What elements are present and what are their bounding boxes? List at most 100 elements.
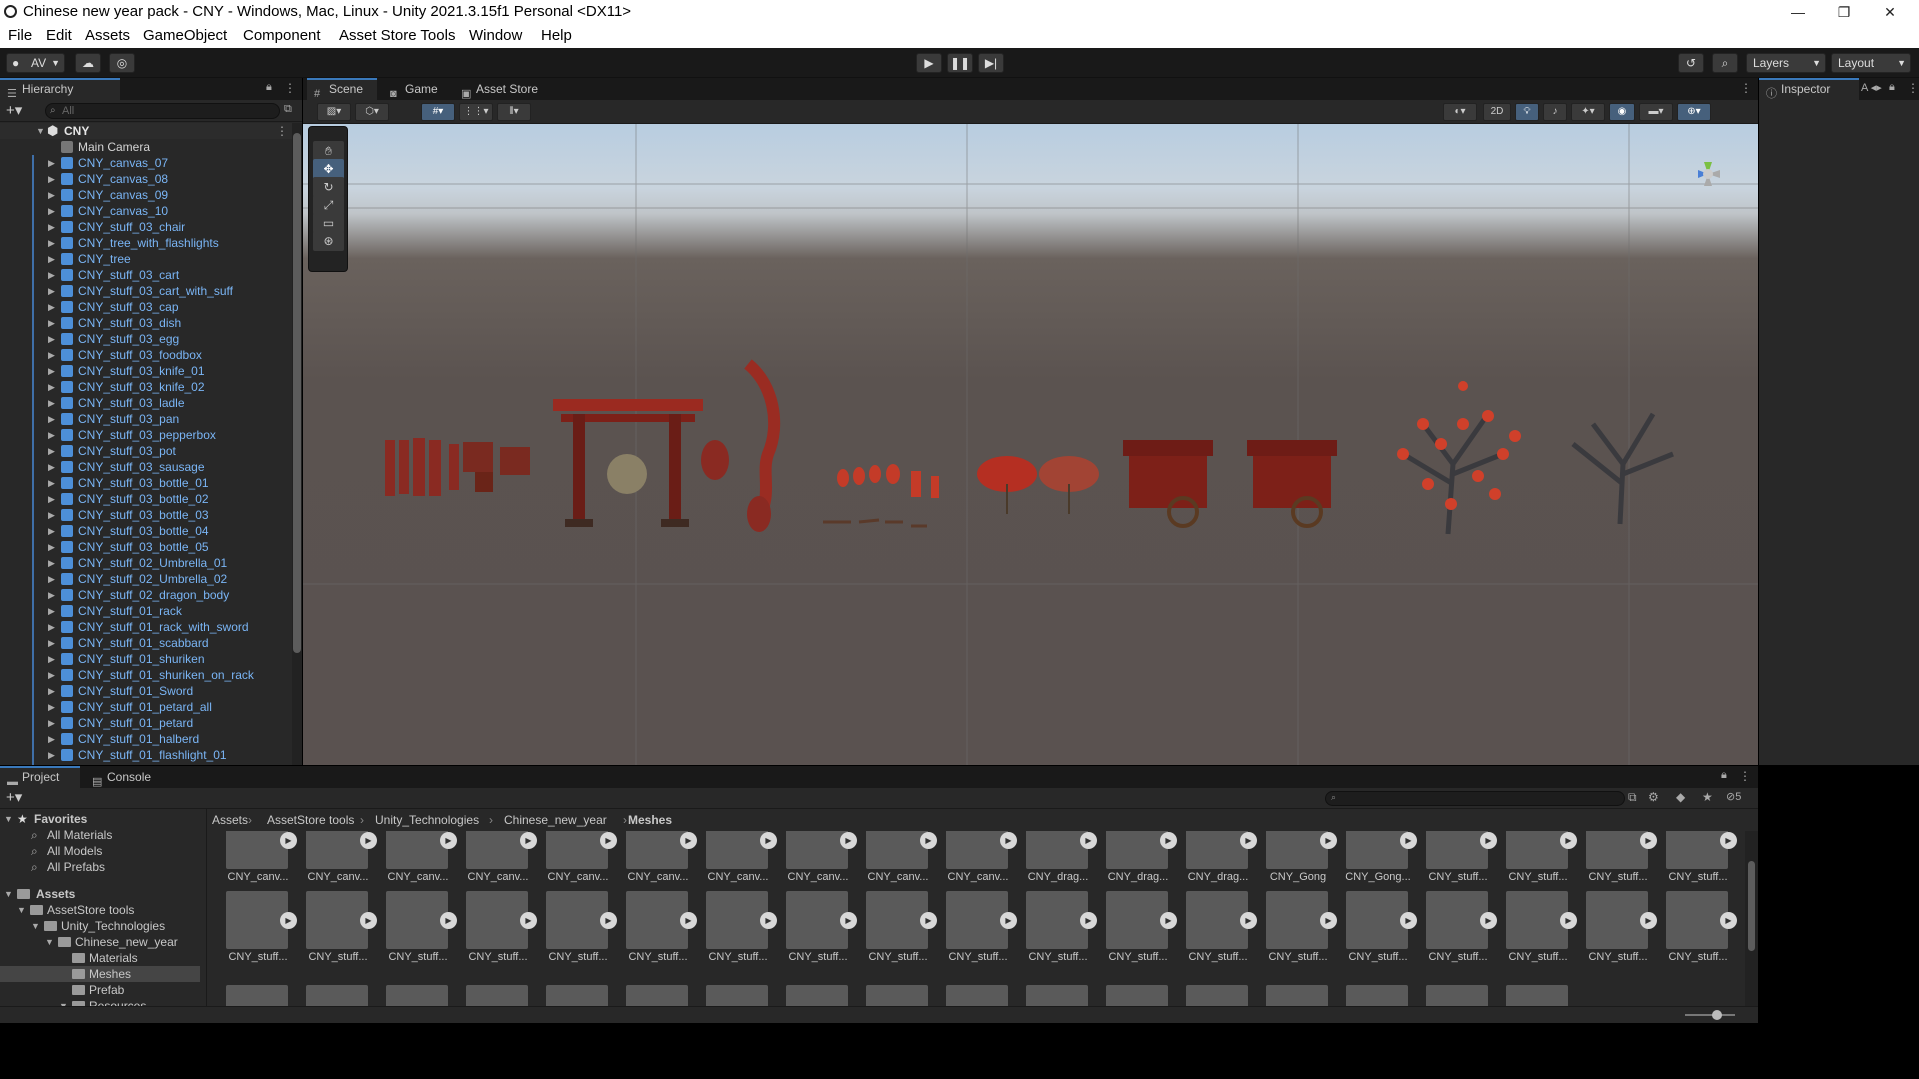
asset-item[interactable] xyxy=(866,985,938,1006)
play-icon[interactable]: ▶ xyxy=(840,912,857,929)
chevron-right-icon[interactable]: ▶ xyxy=(48,299,55,315)
asset-item[interactable]: ▶ CNY_drag... xyxy=(1106,831,1178,893)
tab-scene[interactable]: # Scene xyxy=(307,78,377,100)
asset-item[interactable]: ▶ CNY_stuff... xyxy=(786,891,858,973)
play-icon[interactable]: ▶ xyxy=(760,912,777,929)
shading-mode-dropdown[interactable]: ⬡▾ xyxy=(355,103,389,121)
rotate-tool-icon[interactable]: ↻ xyxy=(313,177,344,197)
asset-item[interactable]: ▶ CNY_stuff... xyxy=(1586,831,1658,893)
hierarchy-row[interactable]: ▶ CNY_stuff_01_scabbard xyxy=(0,635,292,651)
hierarchy-row[interactable]: ▶ CNY_stuff_02_dragon_body xyxy=(0,587,292,603)
lock-icon[interactable]: 🔒︎ xyxy=(1721,769,1727,782)
hierarchy-row[interactable]: Main Camera xyxy=(0,139,292,155)
increment-snap-dropdown[interactable]: ⋮⋮▾ xyxy=(459,103,493,121)
chevron-right-icon[interactable]: ▶ xyxy=(48,283,55,299)
add-icon[interactable]: +▾ xyxy=(6,101,22,119)
hierarchy-row[interactable]: ▶ CNY_stuff_03_pot xyxy=(0,443,292,459)
hierarchy-row[interactable]: ▶ CNY_stuff_01_rack_with_sword xyxy=(0,619,292,635)
history-icon[interactable]: ↺ xyxy=(1678,53,1704,73)
play-icon[interactable]: ▶ xyxy=(280,832,297,849)
play-icon[interactable]: ▶ xyxy=(520,832,537,849)
play-icon[interactable]: ▶ xyxy=(600,912,617,929)
hierarchy-row[interactable]: ▶ CNY_stuff_03_knife_02 xyxy=(0,379,292,395)
play-icon[interactable]: ▶ xyxy=(1000,832,1017,849)
kebab-menu-icon[interactable]: ⋮ xyxy=(1907,81,1919,95)
grid-snap-toggle[interactable]: #▾ xyxy=(421,103,455,121)
pause-button[interactable]: ❚❚ xyxy=(947,53,973,73)
play-icon[interactable]: ▶ xyxy=(1080,912,1097,929)
hierarchy-row[interactable]: ▶ CNY_stuff_01_petard xyxy=(0,715,292,731)
hierarchy-scene-row[interactable]: ▼ ⬢ CNY ⋮ xyxy=(0,123,292,139)
play-icon[interactable]: ▶ xyxy=(1480,832,1497,849)
hierarchy-row[interactable]: ▶ CNY_stuff_03_sausage xyxy=(0,459,292,475)
menu-file[interactable]: File xyxy=(8,27,32,44)
asset-item[interactable]: ▶ CNY_stuff... xyxy=(1506,891,1578,973)
chevron-right-icon[interactable]: ▶ xyxy=(48,539,55,555)
menu-asset-store-tools[interactable]: Asset Store Tools xyxy=(339,27,455,44)
chevron-right-icon[interactable]: ▶ xyxy=(48,667,55,683)
transform-tool-icon[interactable]: ⊛ xyxy=(313,231,344,251)
kebab-menu-icon[interactable]: ⋮ xyxy=(1740,81,1752,95)
chevron-right-icon[interactable]: ▶ xyxy=(48,267,55,283)
chevron-right-icon[interactable]: ▶ xyxy=(48,619,55,635)
play-button[interactable]: ▶ xyxy=(916,53,942,73)
asset-item[interactable]: ▶ CNY_canv... xyxy=(706,831,778,893)
asset-item[interactable]: ▶ CNY_stuff... xyxy=(226,891,298,973)
asset-item[interactable]: ▶ CNY_stuff... xyxy=(1026,891,1098,973)
play-icon[interactable]: ▶ xyxy=(1640,912,1657,929)
chevron-right-icon[interactable]: ▶ xyxy=(48,155,55,171)
hierarchy-row[interactable]: ▶ CNY_stuff_03_bottle_05 xyxy=(0,539,292,555)
breadcrumb-current[interactable]: Meshes xyxy=(628,809,672,831)
hierarchy-row[interactable]: ▶ CNY_stuff_01_petard_all xyxy=(0,699,292,715)
play-icon[interactable]: ▶ xyxy=(280,912,297,929)
hierarchy-row[interactable]: ▶ CNY_canvas_10 xyxy=(0,203,292,219)
tab-game[interactable]: ◙ Game xyxy=(383,78,448,100)
hierarchy-row[interactable]: ▶ CNY_stuff_03_bottle_04 xyxy=(0,523,292,539)
asset-item[interactable] xyxy=(786,985,858,1006)
chevron-right-icon[interactable]: ▶ xyxy=(48,331,55,347)
chevron-right-icon[interactable]: ▶ xyxy=(48,731,55,747)
kebab-menu-icon[interactable]: ⋮ xyxy=(1739,769,1751,783)
menu-component[interactable]: Component xyxy=(243,27,321,44)
asset-item[interactable] xyxy=(226,985,298,1006)
maximize-button[interactable]: ❐ xyxy=(1821,0,1867,24)
hierarchy-row[interactable]: ▶ CNY_stuff_03_foodbox xyxy=(0,347,292,363)
play-icon[interactable]: ▶ xyxy=(1160,912,1177,929)
asset-item[interactable]: ▶ CNY_drag... xyxy=(1186,831,1258,893)
chevron-right-icon[interactable]: ▶ xyxy=(48,395,55,411)
lighting-toggle-icon[interactable]: 💡︎ xyxy=(1515,103,1539,121)
search-icon[interactable]: ⌕ xyxy=(1712,53,1738,73)
hierarchy-row[interactable]: ▶ CNY_stuff_02_Umbrella_02 xyxy=(0,571,292,587)
play-icon[interactable]: ▶ xyxy=(360,832,377,849)
kebab-menu-icon[interactable]: ⋮ xyxy=(276,123,288,139)
chevron-right-icon[interactable]: ▶ xyxy=(48,603,55,619)
asset-item[interactable]: ▶ CNY_canv... xyxy=(226,831,298,893)
play-icon[interactable]: ▶ xyxy=(520,912,537,929)
step-button[interactable]: ▶| xyxy=(978,53,1004,73)
asset-item[interactable]: ▶ CNY_stuff... xyxy=(466,891,538,973)
play-icon[interactable]: ▶ xyxy=(840,832,857,849)
play-icon[interactable]: ▶ xyxy=(1640,832,1657,849)
tree-folder-selected[interactable]: Meshes xyxy=(0,966,200,982)
hidden-packages-icon[interactable]: ⊘5 xyxy=(1726,790,1741,803)
hierarchy-row[interactable]: ▶ CNY_stuff_01_shuriken xyxy=(0,651,292,667)
play-icon[interactable]: ▶ xyxy=(600,832,617,849)
menu-help[interactable]: Help xyxy=(541,27,572,44)
asset-item[interactable] xyxy=(1106,985,1178,1006)
tree-fav-item[interactable]: ⌕ All Models xyxy=(0,843,200,859)
asset-item[interactable]: ▶ CNY_stuff... xyxy=(946,891,1018,973)
hierarchy-row[interactable]: ▶ CNY_stuff_03_chair xyxy=(0,219,292,235)
move-tool-icon[interactable]: ✥ xyxy=(313,159,344,179)
asset-item[interactable]: ▶ CNY_stuff... xyxy=(546,891,618,973)
play-icon[interactable]: ▶ xyxy=(1400,832,1417,849)
menu-window[interactable]: Window xyxy=(469,27,522,44)
chevron-right-icon[interactable]: ▶ xyxy=(48,699,55,715)
hierarchy-row[interactable]: ▶ CNY_tree xyxy=(0,251,292,267)
hierarchy-row[interactable]: ▶ CNY_stuff_03_ladle xyxy=(0,395,292,411)
hierarchy-row[interactable]: ▶ CNY_stuff_03_knife_01 xyxy=(0,363,292,379)
play-icon[interactable]: ▶ xyxy=(1480,912,1497,929)
hierarchy-row[interactable]: ▶ CNY_stuff_03_cap xyxy=(0,299,292,315)
asset-item[interactable] xyxy=(1426,985,1498,1006)
asset-item[interactable]: ▶ CNY_canv... xyxy=(946,831,1018,893)
asset-grid-scroll-thumb[interactable] xyxy=(1748,861,1755,951)
